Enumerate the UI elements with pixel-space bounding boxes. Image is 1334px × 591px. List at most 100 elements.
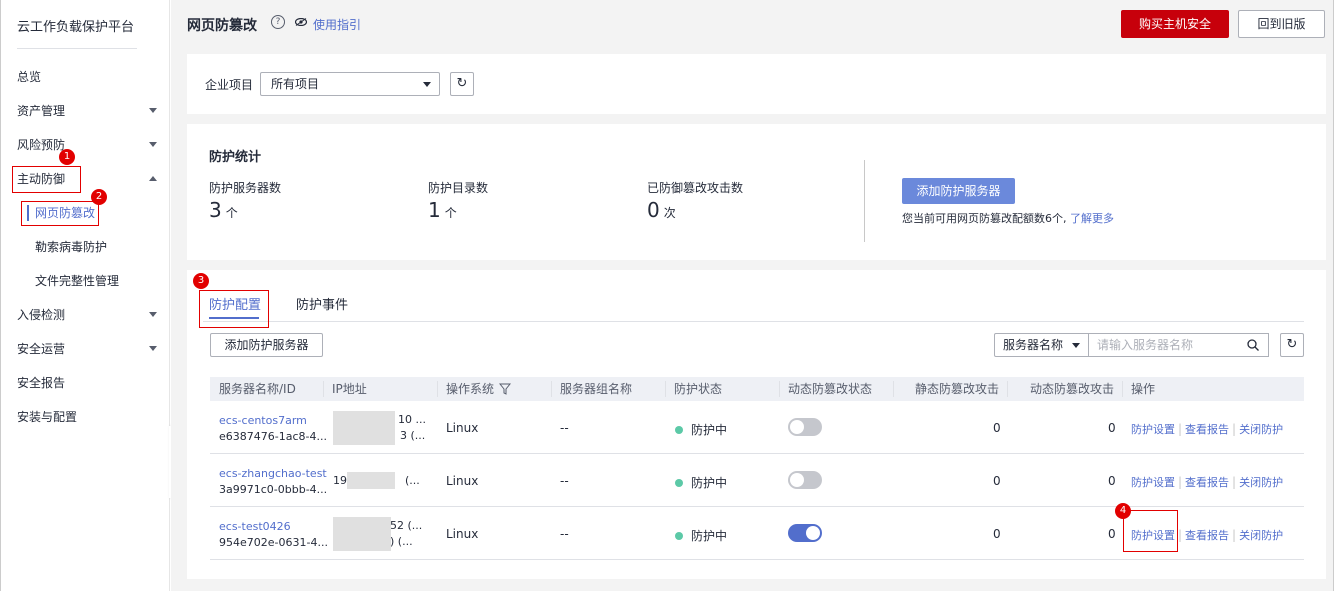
- column-header: 动态防篡改攻击: [1029, 382, 1114, 396]
- protection-settings-link[interactable]: 防护设置: [1131, 476, 1175, 489]
- add-protected-server-button[interactable]: 添加防护服务器: [210, 333, 323, 357]
- column-header: 服务器组名称: [560, 382, 633, 396]
- filter-field-value: 服务器名称: [1003, 338, 1064, 352]
- view-report-link[interactable]: 查看报告: [1185, 423, 1229, 436]
- dynamic-protection-toggle[interactable]: [788, 418, 822, 436]
- sidebar-item-file-integrity[interactable]: 文件完整性管理: [35, 271, 119, 291]
- table-row: ecs-centos7arm e6387476-1ac8-4... 10 ...…: [210, 401, 1304, 454]
- learn-more-link[interactable]: 了解更多: [1070, 212, 1114, 225]
- sidebar-item-security-report[interactable]: 安全报告: [17, 373, 65, 393]
- refresh-icon[interactable]: ↻: [1280, 333, 1304, 357]
- column-header: 动态防篡改状态: [788, 382, 873, 396]
- group-name: --: [560, 474, 569, 488]
- project-select[interactable]: 所有项目: [260, 72, 440, 96]
- column-header: 服务器名称/ID: [219, 382, 296, 396]
- group-name: --: [560, 421, 569, 435]
- ip-address: 19: [333, 474, 347, 487]
- protected-servers-value: 3个: [209, 198, 238, 222]
- sidebar-item-security-operations[interactable]: 安全运营: [17, 339, 65, 359]
- ip-address: 3 (...: [400, 429, 426, 442]
- server-id: 3a9971c0-0bbb-4...: [219, 483, 328, 496]
- chevron-down-icon: [423, 82, 431, 87]
- sidebar-item-risk-prevention[interactable]: 风险预防: [17, 135, 65, 155]
- stats-divider: [864, 160, 865, 242]
- project-select-value: 所有项目: [271, 77, 320, 91]
- annotation-box: [12, 166, 81, 193]
- dynamic-protection-toggle[interactable]: [788, 524, 822, 542]
- filter-field-select[interactable]: 服务器名称: [994, 333, 1089, 357]
- column-header: IP地址: [332, 382, 367, 396]
- redacted-ip: [333, 411, 395, 445]
- disable-protection-link[interactable]: 关闭防护: [1239, 476, 1283, 489]
- annotation-badge: 1: [59, 149, 75, 165]
- chevron-down-icon[interactable]: [149, 312, 157, 317]
- status-dot-icon: [675, 426, 683, 434]
- sidebar-item-ransomware-protection[interactable]: 勒索病毒防护: [35, 237, 107, 257]
- refresh-icon[interactable]: ↻: [450, 72, 474, 96]
- dynamic-protection-toggle[interactable]: [788, 471, 822, 489]
- search-icon[interactable]: [1247, 339, 1259, 351]
- platform-title: 云工作负载保护平台: [17, 20, 135, 35]
- protected-dirs-value: 1个: [428, 198, 457, 222]
- server-name-link[interactable]: ecs-zhangchao-test: [219, 467, 327, 480]
- stats-title: 防护统计: [209, 150, 262, 165]
- tab-protection-events[interactable]: 防护事件: [296, 294, 348, 313]
- chevron-up-icon[interactable]: [149, 176, 157, 181]
- tab-divider: [203, 321, 1304, 322]
- column-header: 操作系统: [437, 377, 551, 401]
- sidebar-divider: [17, 48, 137, 49]
- server-name-link[interactable]: ecs-test0426: [219, 520, 291, 533]
- quota-text: 您当前可用网页防篡改配额数6个, 了解更多: [902, 212, 1114, 225]
- dynamic-attacks-count: 0: [1108, 527, 1116, 541]
- chevron-down-icon[interactable]: [149, 142, 157, 147]
- guide-icon: [295, 18, 307, 26]
- group-name: --: [560, 527, 569, 541]
- os-text: Linux: [446, 421, 479, 435]
- usage-guide-link[interactable]: 使用指引: [313, 16, 361, 33]
- disable-protection-link[interactable]: 关闭防护: [1239, 529, 1283, 542]
- annotation-box: [1123, 510, 1178, 552]
- table-row: ecs-zhangchao-test 3a9971c0-0bbb-4... 19…: [210, 454, 1304, 507]
- annotation-badge: 4: [1115, 503, 1131, 519]
- annotation-box: [21, 201, 99, 226]
- static-attacks-count: 0: [993, 474, 1001, 488]
- defended-attacks-value: 0次: [647, 198, 676, 222]
- ip-address: 10 ...: [398, 413, 426, 426]
- view-report-link[interactable]: 查看报告: [1185, 476, 1229, 489]
- server-name-search-input[interactable]: [1089, 333, 1269, 357]
- sidebar-item-asset-management[interactable]: 资产管理: [17, 101, 65, 121]
- protected-servers-label: 防护服务器数: [209, 181, 282, 195]
- column-header: 防护状态: [674, 382, 723, 396]
- status-badge: 防护中: [675, 474, 727, 491]
- protected-dirs-label: 防护目录数: [428, 181, 489, 195]
- dynamic-attacks-count: 0: [1108, 474, 1116, 488]
- sidebar-item-intrusion-detection[interactable]: 入侵检测: [17, 305, 65, 325]
- os-text: Linux: [446, 527, 479, 541]
- ip-address: 52 (...: [390, 519, 423, 532]
- row-actions: 防护设置 | 查看报告 | 关闭防护: [1131, 475, 1284, 489]
- server-name-link[interactable]: ecs-centos7arm: [219, 414, 307, 427]
- filter-icon[interactable]: [499, 383, 511, 395]
- view-report-link[interactable]: 查看报告: [1185, 529, 1229, 542]
- chevron-down-icon[interactable]: [149, 346, 157, 351]
- chevron-down-icon[interactable]: [149, 108, 157, 113]
- main-content: 网页防篡改 ? 使用指引 购买主机安全 回到旧版 企业项目 所有项目 ↻ 防护统…: [171, 0, 1334, 591]
- sidebar: 云工作负载保护平台 总览 资产管理 风险预防 主动防御 网页防篡改 勒索病毒防护…: [0, 0, 170, 591]
- redacted-ip: [333, 517, 391, 551]
- add-protected-server-primary-button[interactable]: 添加防护服务器: [902, 178, 1015, 204]
- status-badge: 防护中: [675, 421, 727, 438]
- sidebar-item-overview[interactable]: 总览: [17, 67, 41, 87]
- back-to-old-version-button[interactable]: 回到旧版: [1238, 10, 1325, 38]
- static-attacks-count: 0: [993, 527, 1001, 541]
- project-label: 企业项目: [205, 78, 254, 92]
- buy-host-security-button[interactable]: 购买主机安全: [1121, 10, 1229, 38]
- protection-settings-link[interactable]: 防护设置: [1131, 423, 1175, 436]
- disable-protection-link[interactable]: 关闭防护: [1239, 423, 1283, 436]
- help-icon[interactable]: ?: [271, 15, 285, 29]
- sidebar-item-install-config[interactable]: 安装与配置: [17, 407, 77, 427]
- row-actions: 防护设置 | 查看报告 | 关闭防护: [1131, 422, 1284, 436]
- status-badge: 防护中: [675, 527, 727, 544]
- column-header: 操作: [1131, 382, 1156, 396]
- page-title: 网页防篡改: [187, 18, 257, 34]
- protection-stats-card: 防护统计 防护服务器数 3个 防护目录数 1个 已防御篡改攻击数 0次 添加防护…: [187, 124, 1326, 260]
